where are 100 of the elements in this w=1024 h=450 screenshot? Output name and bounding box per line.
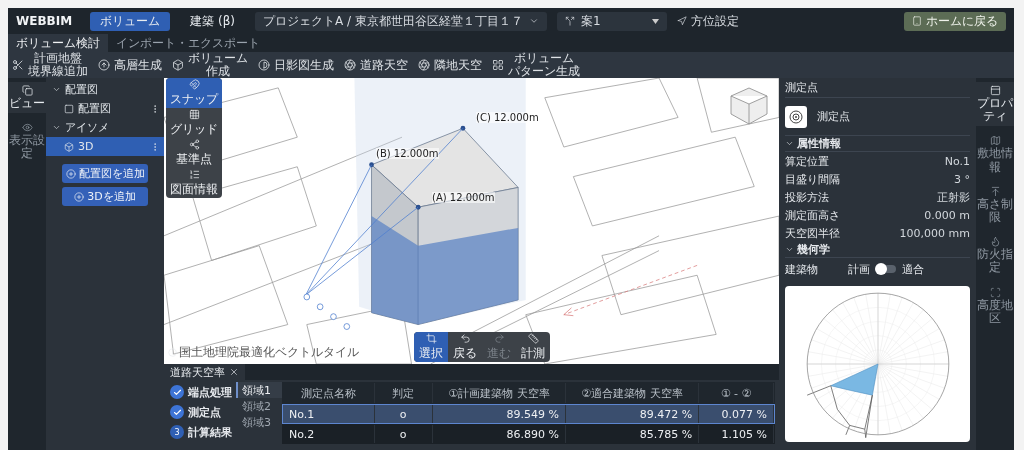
tree-group[interactable]: アイソメ [46,118,164,137]
toolbar-button[interactable]: 計画地盤 境界線追加 [12,52,88,78]
ruler-icon [527,332,539,344]
table-row[interactable]: No.1 o 89.549 % 89.472 % 0.077 % [282,404,775,424]
step-label: 測定点 [188,404,221,420]
tree-group[interactable]: 配置図 [46,80,164,99]
aperture-icon [418,59,430,71]
rail-button[interactable]: 防火指定 [976,233,1014,278]
column-header: ① - ② [699,383,774,403]
object-name: 測定点 [817,109,850,124]
map-icon [989,135,1001,147]
grid-icon [492,59,504,71]
chevron-down-icon [528,16,539,26]
toolbar-button[interactable]: ボリューム 作成 [172,52,248,78]
nodes-icon [188,138,200,150]
plus-icon [65,168,76,179]
rail-button[interactable]: 高さ制限 [976,182,1014,228]
table-row[interactable]: No.2 o 86.890 % 85.785 % 1.105 % [282,424,775,444]
square-icon [64,103,74,114]
north-arrow-icon [676,16,687,26]
panel-tab[interactable]: 道路天空率 [164,364,245,380]
section-header[interactable]: 属性情報 [785,136,970,152]
canvas-tool-button[interactable]: グリッド [166,108,222,138]
table-cell: 89.549 % [432,405,566,423]
tree-item[interactable]: 配置図 [46,99,164,118]
plan-select[interactable]: 案1 [556,11,667,31]
step-label: 計算結果 [188,424,232,440]
mode-tab[interactable]: 建築 (β) [180,11,245,31]
option-label: 適合 [902,261,924,277]
table-cell: 89.472 % [565,405,700,423]
table-cell: o [374,425,433,443]
flame-icon [989,236,1001,248]
property-value: 0.000 m [924,208,970,222]
half-circle-icon [258,59,270,71]
column-header: ②適合建築物 天空率 [565,383,700,403]
redo-icon [493,332,505,344]
tree-item[interactable]: 3D [46,137,164,156]
column-header: 測定点名称 [283,383,375,403]
canvas-tool-button[interactable]: 計測 [516,332,550,362]
canvas-tool-button[interactable]: 図面情報 [166,168,222,198]
project-select[interactable]: プロジェクトA / 東京都世田谷区経堂１丁目１７ [255,11,547,31]
rail-button[interactable]: プロパティ [976,82,1014,127]
height-label: (B) 12.000m [376,148,439,159]
eye-icon [21,122,33,134]
toolbar-button[interactable]: 隣地天空 [418,58,482,72]
sub-tab[interactable]: ボリューム検討 [8,34,108,52]
cube-icon [172,59,184,71]
info-icon [168,348,177,357]
add-view-button[interactable]: 3Dを追加 [62,187,148,206]
table-cell: 86.890 % [432,425,566,443]
region-item[interactable]: 領域2 [236,398,282,414]
height-label: (A) 12.000m [432,192,495,203]
section-header[interactable]: 幾何学 [785,242,970,258]
rail-button[interactable]: 敷地情報 [976,132,1014,177]
toolbar-button[interactable]: 道路天空 [344,58,408,72]
property-value: No.1 [944,154,970,168]
canvas-tool-button[interactable]: 基準点 [166,138,222,168]
canvas-tool-button[interactable]: スナップ [166,78,222,108]
sub-tab[interactable]: インポート・エクスポート [108,34,268,52]
canvas-tool-button[interactable]: 戻る [448,332,482,362]
toolbar-button[interactable]: 日影図生成 [258,58,334,72]
orientation-button[interactable]: 方位設定 [676,12,739,30]
list-icon [188,168,200,180]
property-label: 天空図半径 [785,225,840,241]
table-cell: 85.785 % [565,425,700,443]
toggle-switch[interactable] [876,265,896,273]
step-number: 3 [170,425,184,439]
map-attribution: 国土地理院最適化ベクトルタイル [179,344,359,361]
property-label: 算定位置 [785,153,829,169]
property-value: 100,000 mm [899,226,970,240]
home-button[interactable]: ホームに戻る [904,11,1006,31]
add-view-button[interactable]: 配置図を追加 [62,164,148,183]
toolbar-button[interactable]: 高層生成 [98,58,162,72]
option-label: 計画 [848,261,870,277]
chevron-down-icon [52,85,61,94]
chevron-down-icon [785,245,794,254]
table-cell: 1.105 % [699,425,774,443]
chevron-down-icon [785,139,794,148]
branch-icon [564,16,575,26]
rail-button[interactable]: ビュー [8,82,46,114]
tablet-icon [912,16,922,26]
aperture-icon [344,59,356,71]
property-label: 測定面高さ [785,207,840,223]
rail-button[interactable]: 表示設定 [8,119,46,164]
scan-icon [989,286,1001,298]
app-logo: WEBBIM [16,14,73,28]
mode-tab[interactable]: ボリューム [90,11,171,31]
rail-button[interactable]: 高度地区 [976,283,1014,328]
canvas-tool-button[interactable]: 選択 [414,332,448,362]
crop-icon [425,332,437,344]
column-header: ①計画建築物 天空率 [432,383,566,403]
region-item[interactable]: 領域3 [236,414,282,430]
height-limit-icon [989,185,1001,197]
cube-icon [64,141,74,152]
toolbar-button[interactable]: ボリューム パターン生成 [492,52,580,78]
property-label: 投影方法 [785,189,829,205]
close-icon [229,367,239,377]
region-item[interactable]: 領域1 [236,382,282,398]
property-value: 3 ° [954,172,970,186]
table-cell: No.2 [283,425,375,443]
